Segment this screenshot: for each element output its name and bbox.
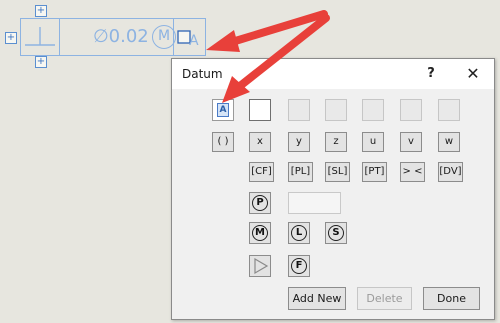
triangle-icon [254,257,269,275]
help-button[interactable]: ? [422,65,440,83]
f-circle-icon: F [291,258,307,274]
rfs-button[interactable]: S [325,222,347,244]
paren-button[interactable]: ( ) [212,132,234,152]
add-new-button[interactable]: Add New [288,287,346,310]
datum-box-4 [325,99,347,121]
delete-button[interactable]: Delete [357,287,412,310]
datum-edit-icon: A [177,30,199,49]
translation-button[interactable] [249,255,271,277]
datum-box-3 [288,99,310,121]
datum-box-2[interactable] [249,99,271,121]
flatness-symbol-cell [21,19,59,55]
datum-cell[interactable]: A [174,19,205,55]
u-button[interactable]: u [362,132,384,152]
frame-divider [59,19,60,55]
datum-box-5 [362,99,384,121]
arrow-to-datum-cell [206,10,328,52]
frame-add-bottom-button[interactable]: + [35,56,47,68]
x-button[interactable]: x [249,132,271,152]
m-circle-icon: M [252,225,268,241]
v-button[interactable]: v [400,132,422,152]
projected-tolerance-button[interactable]: P [249,192,271,214]
tolerance-value: ∅0.02 [93,26,149,47]
dv-button[interactable]: [DV] [438,162,463,182]
feature-control-frame[interactable]: ∅0.02 M A [20,18,206,56]
dialog-title: Datum [182,67,223,81]
sl-button[interactable]: [SL] [325,162,350,182]
dialog-titlebar: Datum ? ✕ [172,59,494,89]
perpendicular-icon [25,27,55,46]
w-button[interactable]: w [438,132,460,152]
mmc-button[interactable]: M [249,222,271,244]
l-circle-icon: L [291,225,307,241]
datum-box-selected[interactable]: A [212,99,234,121]
frame-add-left-button[interactable]: + [5,32,17,44]
datum-dialog: Datum ? ✕ A ( ) x y z u v w [CF] [PL] [S… [171,58,495,320]
pl-button[interactable]: [PL] [288,162,313,182]
free-state-button[interactable]: F [288,255,310,277]
frame-add-top-button[interactable]: + [35,5,47,17]
pt-button[interactable]: [PT] [362,162,387,182]
y-button[interactable]: y [288,132,310,152]
between-button[interactable]: > < [400,162,425,182]
p-circle-icon: P [252,195,268,211]
cf-button[interactable]: [CF] [249,162,274,182]
close-button[interactable]: ✕ [463,64,483,84]
datum-letter: A [189,33,199,49]
lmc-button[interactable]: L [288,222,310,244]
projected-value-field[interactable] [288,192,341,214]
s-circle-icon: S [328,225,344,241]
datum-letter-box: A [217,103,229,117]
done-button[interactable]: Done [423,287,480,310]
z-button[interactable]: z [325,132,347,152]
datum-box-6 [400,99,422,121]
datum-box-7 [438,99,460,121]
